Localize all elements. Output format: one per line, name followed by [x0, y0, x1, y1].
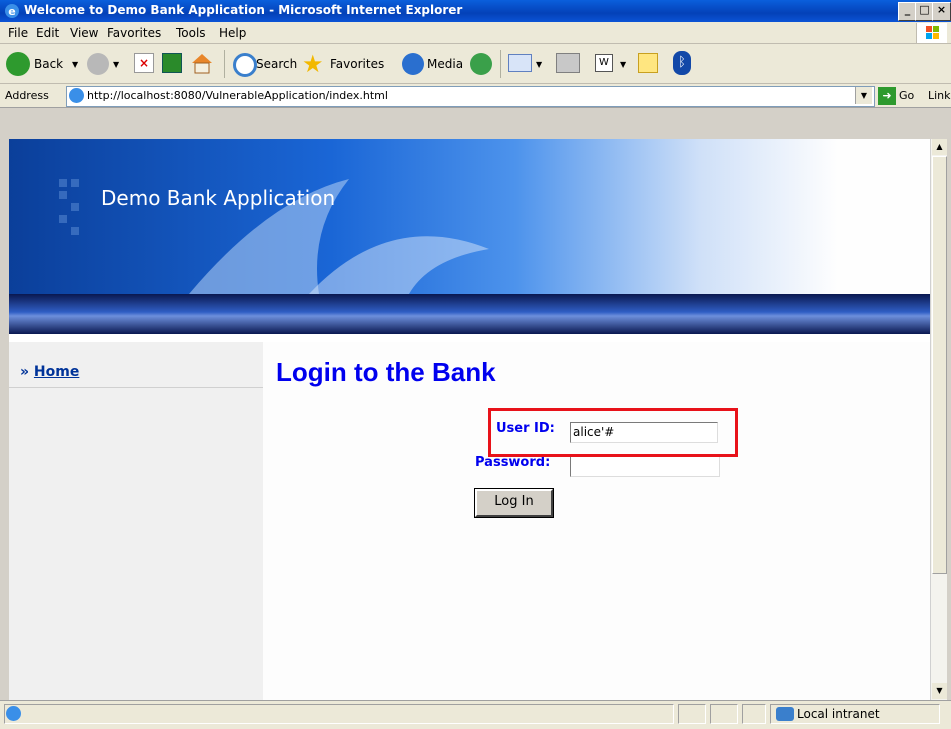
refresh-icon[interactable]	[162, 53, 182, 73]
toolbar-separator	[500, 50, 501, 78]
search-button[interactable]: Search	[256, 57, 297, 71]
scroll-down-icon[interactable]: ▼	[932, 683, 947, 699]
address-url: http://localhost:8080/VulnerableApplicat…	[87, 89, 388, 102]
search-icon[interactable]	[233, 53, 257, 77]
address-label: Address	[5, 89, 49, 102]
intranet-icon	[776, 707, 794, 721]
login-panel: Login to the Bank User ID: alice'# Passw…	[263, 342, 930, 700]
menu-view[interactable]: View	[70, 26, 98, 40]
sidebar: » Home	[9, 342, 264, 700]
status-bar: Local intranet	[0, 700, 951, 729]
forward-arrow-icon[interactable]	[87, 53, 109, 75]
discuss-icon[interactable]	[638, 53, 658, 73]
window-frame-left	[0, 139, 9, 700]
banner-swirl-graphic	[59, 179, 489, 294]
banner-title: Demo Bank Application	[101, 186, 336, 210]
address-bar: Address http://localhost:8080/Vulnerable…	[0, 84, 951, 108]
status-pane	[710, 704, 738, 724]
go-arrow-icon[interactable]: ➜	[878, 87, 896, 105]
history-icon[interactable]	[470, 53, 492, 75]
page-title: Login to the Bank	[276, 357, 496, 387]
bank-banner: Demo Bank Application	[9, 139, 930, 294]
page-viewport: Demo Bank Application » Home Login to th…	[9, 139, 930, 700]
favorites-star-icon[interactable]: ★	[302, 50, 324, 78]
favorites-button[interactable]: Favorites	[330, 57, 384, 71]
back-arrow-icon[interactable]	[6, 52, 30, 76]
edit-dropdown-icon[interactable]: ▼	[620, 60, 626, 69]
media-button[interactable]: Media	[427, 57, 463, 71]
nav-home-link[interactable]: » Home	[20, 364, 79, 380]
address-dropdown-icon[interactable]: ▼	[855, 87, 872, 104]
svg-text:e: e	[8, 5, 15, 18]
links-button[interactable]: Links	[928, 89, 951, 102]
print-icon[interactable]	[556, 53, 580, 73]
menu-help[interactable]: Help	[219, 26, 246, 40]
stop-icon[interactable]: ×	[134, 53, 154, 73]
menu-edit[interactable]: Edit	[36, 26, 59, 40]
nav-home-label: Home	[33, 364, 80, 380]
toolbar: Back ▼ ▼ × Search ★ Favorites Media ▼ W …	[0, 44, 951, 84]
back-dropdown-icon[interactable]: ▼	[72, 60, 78, 69]
edit-word-icon[interactable]: W	[595, 54, 613, 72]
menu-tools[interactable]: Tools	[176, 26, 206, 40]
window-title: Welcome to Demo Bank Application - Micro…	[24, 3, 463, 17]
media-icon[interactable]	[402, 53, 424, 75]
nav-arrow-icon: »	[20, 364, 30, 380]
scroll-up-icon[interactable]: ▲	[932, 139, 947, 155]
address-input[interactable]: http://localhost:8080/VulnerableApplicat…	[66, 86, 875, 107]
menu-favorites[interactable]: Favorites	[107, 26, 161, 40]
home-icon[interactable]	[190, 52, 214, 74]
password-label: Password:	[475, 455, 551, 470]
toolbar-separator	[224, 50, 225, 78]
title-bar: e Welcome to Demo Bank Application - Mic…	[0, 0, 951, 22]
mail-dropdown-icon[interactable]: ▼	[536, 60, 542, 69]
status-pane	[742, 704, 766, 724]
bluetooth-icon[interactable]: ᛒ	[673, 51, 691, 75]
forward-dropdown-icon[interactable]: ▼	[113, 60, 119, 69]
vertical-scrollbar[interactable]: ▲ ▼	[930, 139, 947, 700]
login-button[interactable]: Log In	[474, 488, 554, 518]
ie-icon: e	[5, 4, 19, 18]
close-button[interactable]: ×	[932, 2, 951, 21]
go-button[interactable]: Go	[899, 89, 914, 102]
mail-icon[interactable]	[508, 54, 532, 72]
menu-bar: File Edit View Favorites Tools Help	[0, 22, 951, 44]
password-input[interactable]	[570, 456, 720, 477]
menu-file[interactable]: File	[8, 26, 28, 40]
status-pane-main	[4, 704, 674, 724]
windows-logo-icon	[916, 23, 947, 43]
scroll-thumb[interactable]	[932, 156, 947, 574]
sidebar-divider	[9, 387, 263, 388]
security-zone-label: Local intranet	[797, 707, 880, 721]
userid-highlight-box	[488, 408, 738, 457]
back-button[interactable]: Back	[34, 57, 63, 71]
banner-stripe	[9, 294, 930, 334]
status-pane	[678, 704, 706, 724]
page-icon	[69, 88, 84, 103]
